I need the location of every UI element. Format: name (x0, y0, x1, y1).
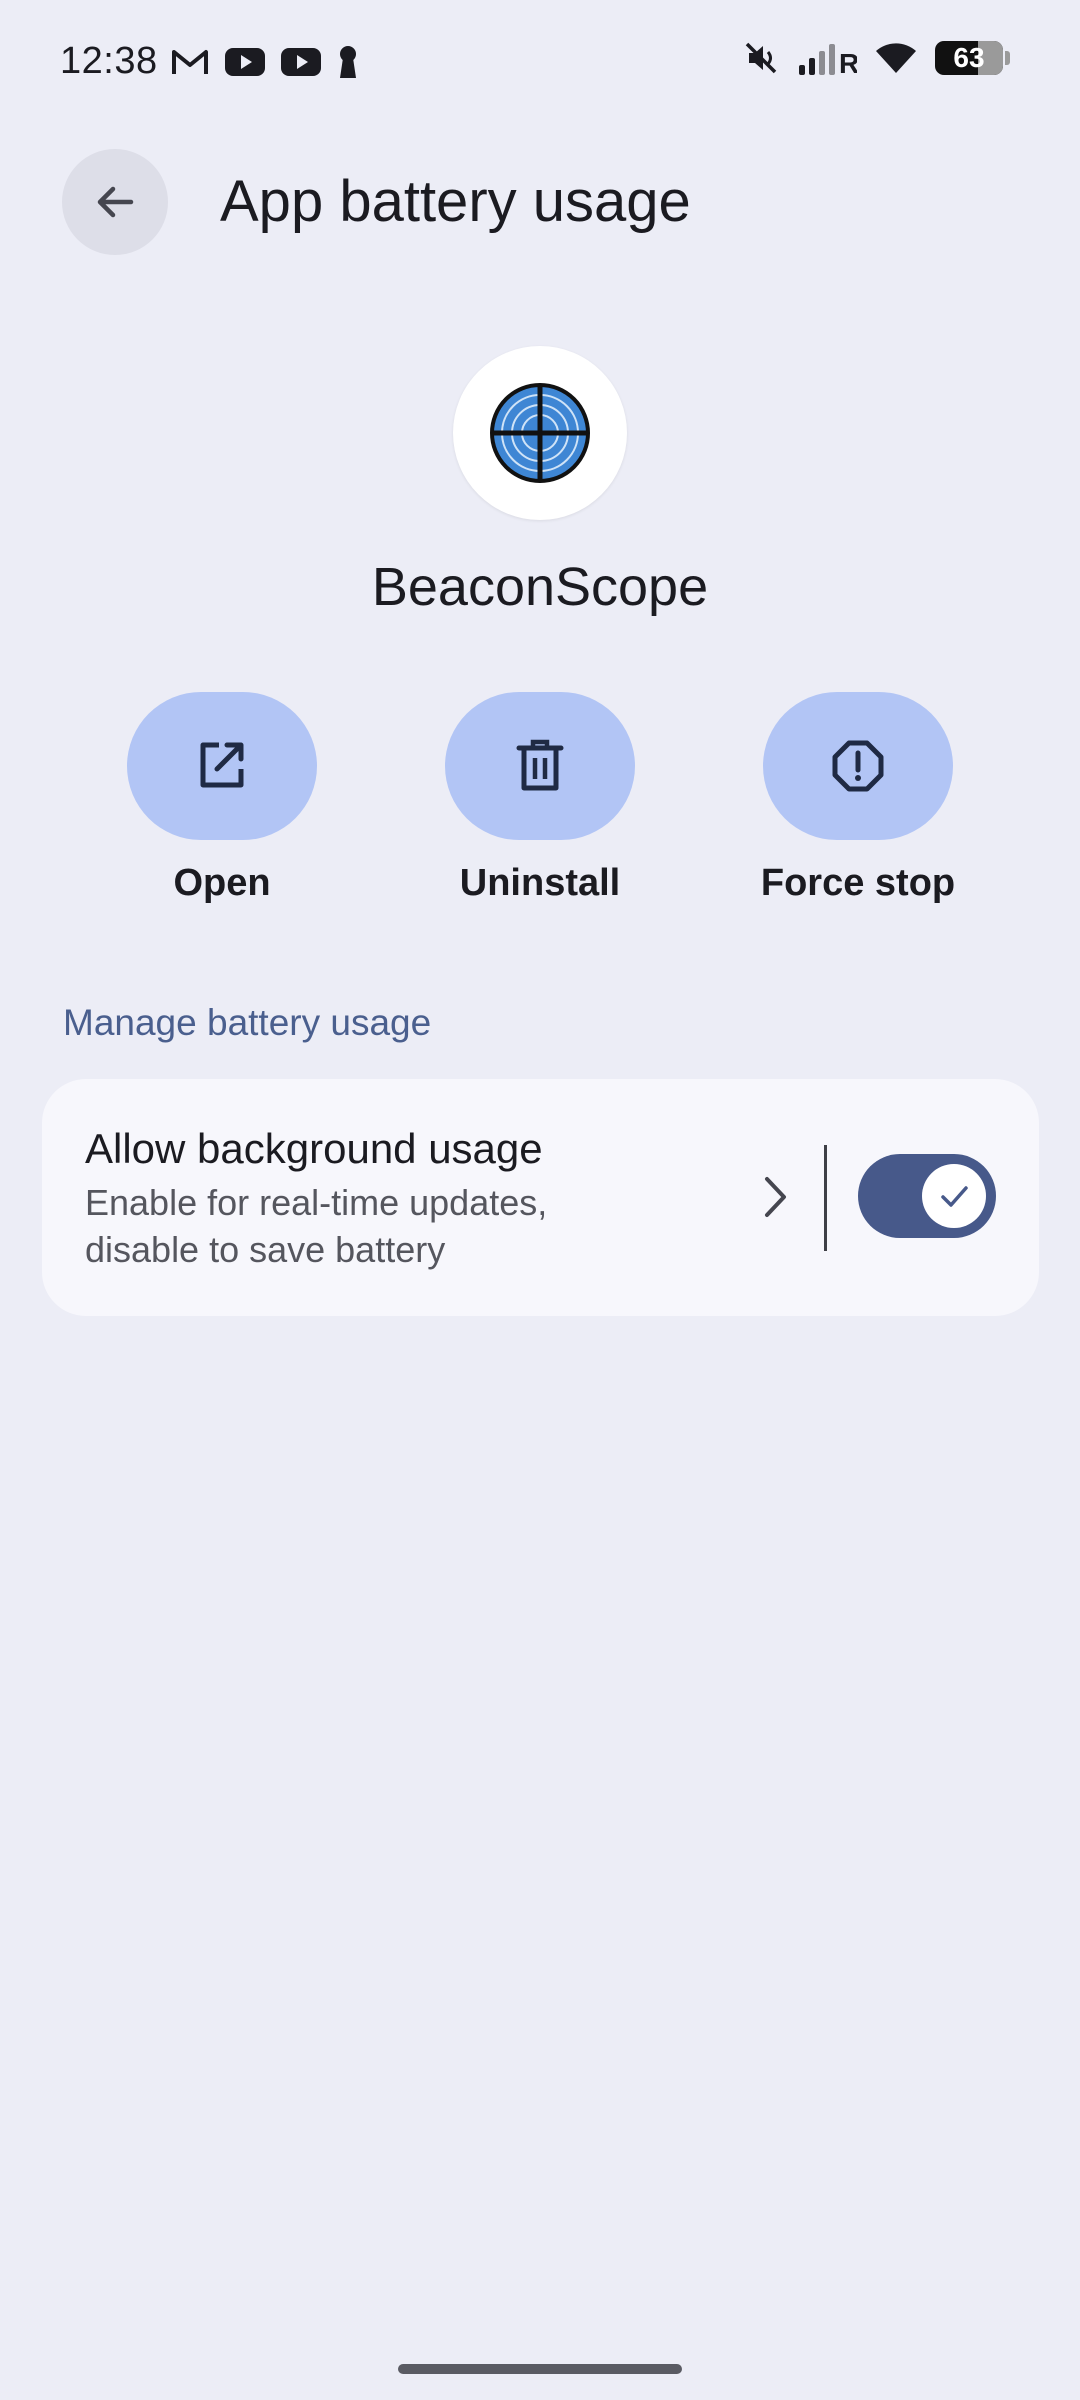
background-usage-subtitle: Enable for real-time updates, disable to… (85, 1182, 548, 1270)
force-stop-label: Force stop (760, 862, 956, 904)
uninstall-label: Uninstall (459, 862, 621, 904)
trash-icon (516, 739, 564, 791)
youtube-icon (280, 47, 322, 77)
app-battery-usage-screen: 12:38 R 63 App battery usage BeaconScope… (0, 0, 1080, 2400)
section-title: Manage battery usage (63, 1002, 432, 1043)
wifi-icon (875, 41, 917, 75)
gmail-icon (170, 47, 210, 77)
open-label: Open (173, 862, 271, 904)
open-button-pill[interactable] (127, 692, 317, 840)
divider (824, 1145, 827, 1251)
arrow-back-icon (97, 186, 134, 218)
app-icon (453, 346, 627, 520)
back-button[interactable] (62, 149, 168, 255)
mute-icon (743, 40, 779, 76)
notification-icons (170, 44, 360, 80)
battery-icon: 63 (935, 41, 1010, 75)
uninstall-button-pill[interactable] (445, 692, 635, 840)
background-usage-switch[interactable] (858, 1154, 996, 1238)
chevron-right-icon[interactable] (760, 1175, 790, 1224)
status-bar: 12:38 R 63 (0, 0, 1080, 130)
uninstall-button[interactable]: Uninstall (420, 692, 660, 905)
signal-icon: R (797, 41, 857, 75)
open-button[interactable]: Open (102, 692, 342, 905)
page-title: App battery usage (220, 169, 691, 234)
open-external-icon (200, 742, 244, 788)
home-indicator[interactable] (398, 2364, 682, 2374)
crosshair-radar-icon (490, 383, 590, 483)
battery-cap (1005, 51, 1010, 65)
youtube-icon (224, 47, 266, 77)
svg-text:R: R (839, 48, 857, 75)
check-icon (941, 1186, 968, 1207)
status-time: 12:38 (60, 40, 158, 82)
force-stop-button[interactable]: Force stop (738, 692, 978, 905)
force-stop-button-pill[interactable] (763, 692, 953, 840)
octagon-alert-icon (832, 740, 884, 792)
keyhole-icon (336, 44, 360, 80)
system-icons: R 63 (743, 40, 1010, 76)
background-usage-title: Allow background usage (85, 1125, 543, 1172)
switch-thumb (922, 1164, 986, 1228)
background-usage-card[interactable]: Allow background usage Enable for real-t… (42, 1079, 1039, 1316)
battery-percent: 63 (953, 42, 985, 73)
app-name: BeaconScope (371, 557, 709, 617)
